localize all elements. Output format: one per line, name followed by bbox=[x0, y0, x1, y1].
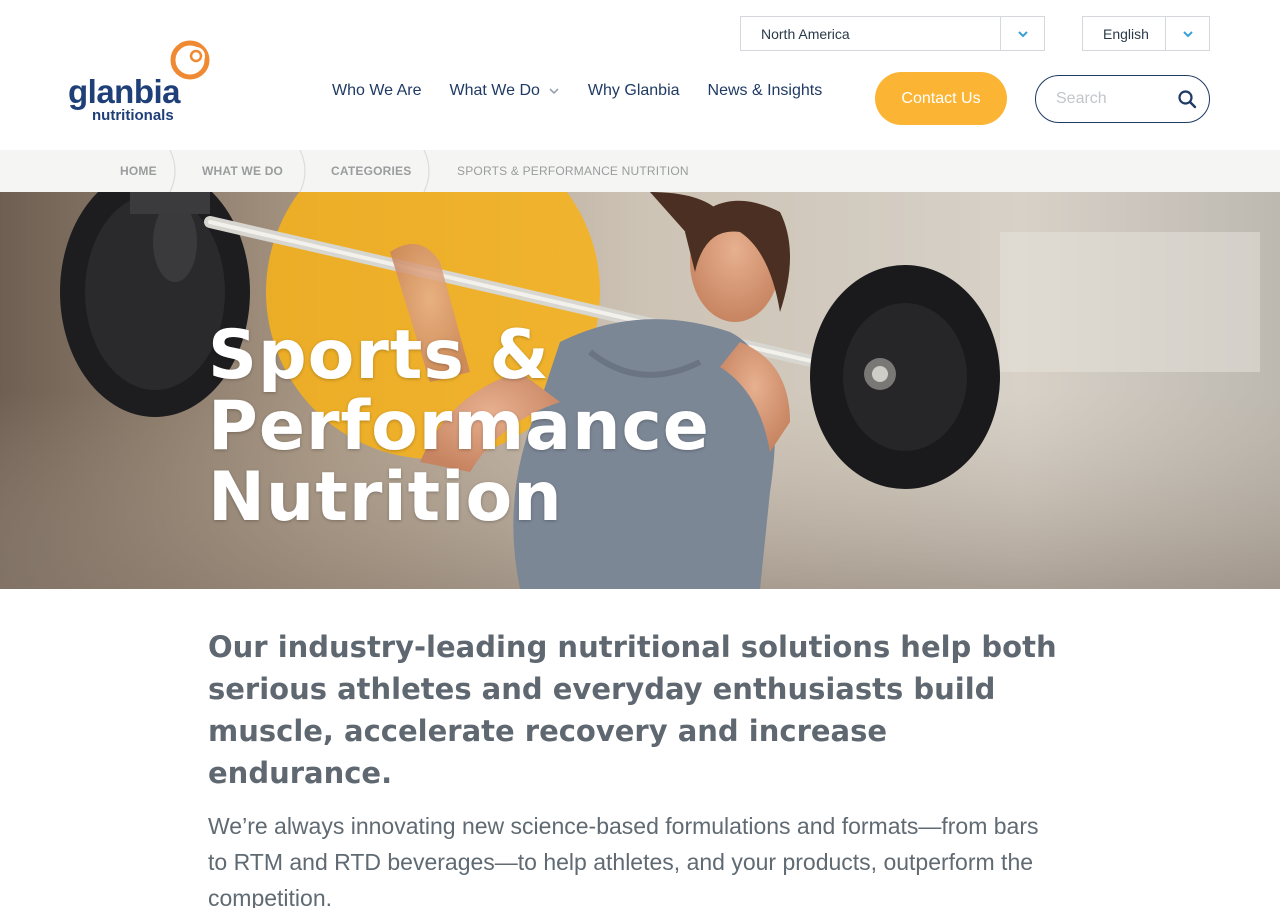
hero-title: Sports & Performance Nutrition bbox=[208, 320, 710, 533]
region-select-toggle[interactable] bbox=[1000, 17, 1044, 50]
breadcrumb-categories[interactable]: CATEGORIES bbox=[331, 150, 411, 192]
body-paragraph: We’re always innovating new science-base… bbox=[208, 813, 1039, 908]
site-header: glanbia nutritionals North America Engli… bbox=[0, 0, 1280, 150]
main-nav: Who We Are What We Do Why Glanbia News &… bbox=[332, 80, 850, 102]
breadcrumb: HOME WHAT WE DO CATEGORIES SPORTS & PERF… bbox=[0, 150, 1280, 192]
breadcrumb-home[interactable]: HOME bbox=[120, 150, 157, 192]
chevron-down-icon[interactable] bbox=[548, 85, 560, 97]
nav-news-insights[interactable]: News & Insights bbox=[708, 82, 823, 100]
glanbia-logo[interactable]: glanbia nutritionals bbox=[68, 38, 218, 128]
breadcrumb-what-we-do[interactable]: WHAT WE DO bbox=[202, 150, 283, 192]
region-select-value: North America bbox=[761, 25, 850, 42]
logo-wordmark: glanbia bbox=[68, 73, 181, 110]
nav-item-label: What We Do bbox=[449, 82, 540, 99]
search-icon[interactable] bbox=[1177, 89, 1197, 109]
hero-banner: Sports & Performance Nutrition bbox=[0, 192, 1280, 589]
contact-us-button[interactable]: Contact Us bbox=[875, 72, 1007, 125]
breadcrumb-separator bbox=[299, 150, 306, 192]
search-box bbox=[1035, 75, 1210, 123]
language-select-toggle[interactable] bbox=[1165, 17, 1209, 50]
nav-what-we-do[interactable]: What We Do bbox=[450, 82, 560, 100]
chevron-down-icon bbox=[1017, 30, 1028, 37]
hero-title-line: Nutrition bbox=[208, 458, 563, 537]
nav-who-we-are[interactable]: Who We Are bbox=[332, 82, 422, 100]
hero-title-line: Sports & bbox=[208, 316, 550, 395]
language-select-value: English bbox=[1103, 25, 1149, 42]
breadcrumb-separator bbox=[169, 150, 176, 192]
nav-item-label: News & Insights bbox=[707, 82, 823, 99]
nav-item-label: Who We Are bbox=[332, 82, 422, 99]
breadcrumb-separator bbox=[423, 150, 430, 192]
chevron-down-icon bbox=[1182, 30, 1193, 37]
hero-title-line: Performance bbox=[208, 387, 710, 466]
lead-paragraph: Our industry-leading nutritional solutio… bbox=[208, 630, 1057, 790]
language-select[interactable]: English bbox=[1082, 16, 1210, 51]
logo-subtitle: nutritionals bbox=[92, 107, 174, 124]
breadcrumb-current: SPORTS & PERFORMANCE NUTRITION bbox=[457, 164, 689, 178]
nav-why-glanbia[interactable]: Why Glanbia bbox=[588, 82, 680, 100]
region-select[interactable]: North America bbox=[740, 16, 1045, 51]
nav-item-label: Why Glanbia bbox=[587, 82, 680, 99]
search-input[interactable] bbox=[1056, 90, 1186, 108]
